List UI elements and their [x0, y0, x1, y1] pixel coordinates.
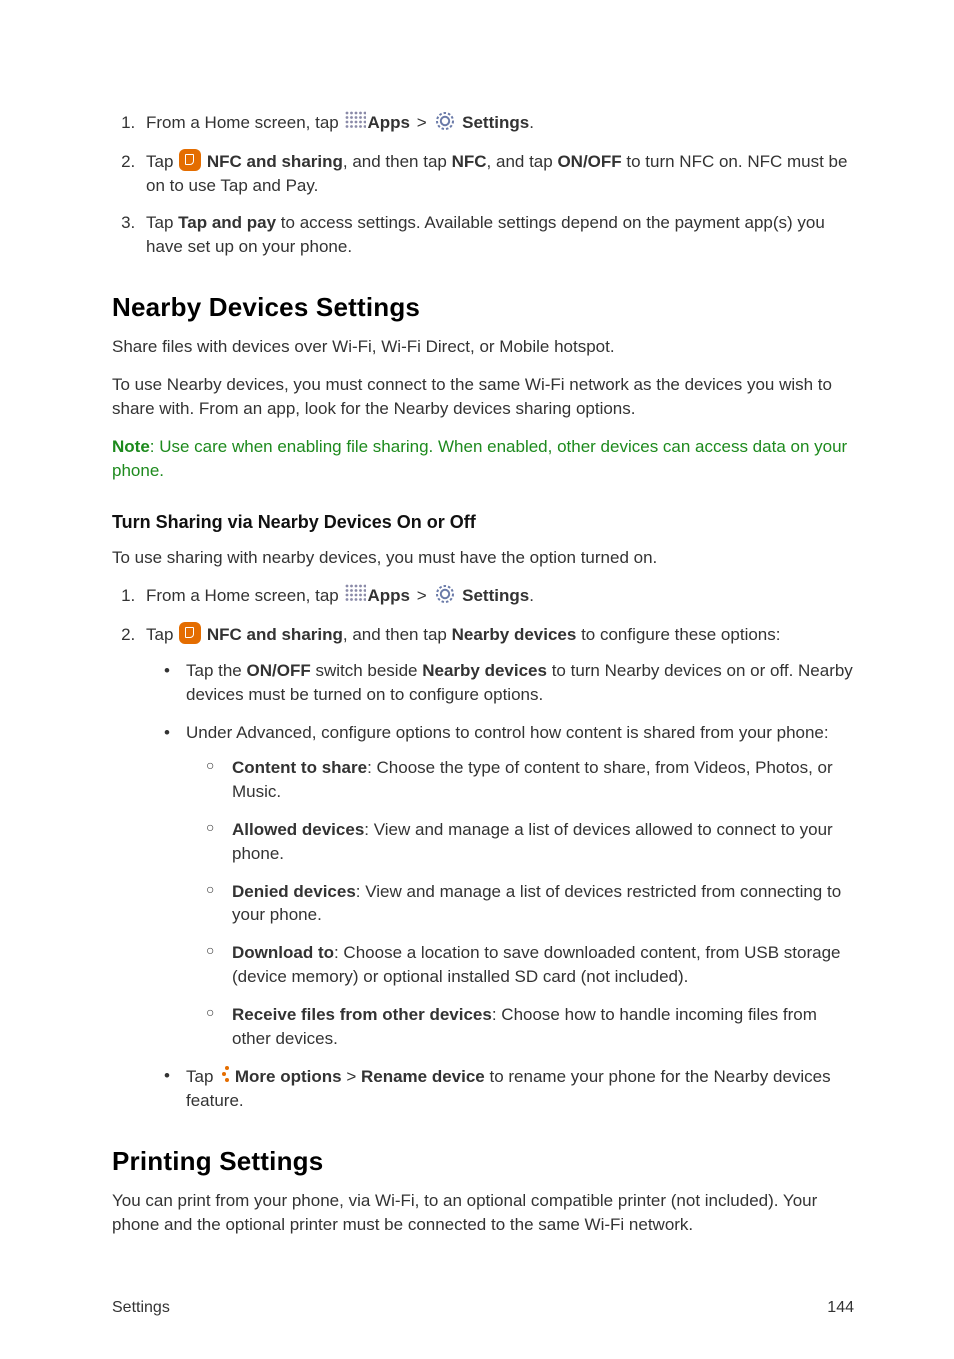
heading-turn-sharing: Turn Sharing via Nearby Devices On or Of…: [112, 510, 854, 535]
list-item: Denied devices: View and manage a list o…: [220, 880, 854, 928]
list-item: Tap Tap and pay to access settings. Avai…: [140, 211, 854, 259]
apps-icon: [344, 110, 366, 132]
tap-and-pay-label: Tap and pay: [178, 213, 276, 232]
nfc-and-sharing: NFC and sharing: [207, 152, 343, 171]
list-item: Tap More options > Rename device to rena…: [174, 1064, 854, 1113]
text: .: [529, 113, 534, 132]
text: to configure these options:: [576, 625, 780, 644]
settings-icon: [434, 583, 456, 605]
nfc-icon: [179, 149, 201, 171]
onoff-label: ON/OFF: [557, 152, 621, 171]
footer-page-number: 144: [827, 1297, 854, 1319]
text: Tap: [146, 625, 178, 644]
text: Tap the: [186, 661, 247, 680]
onoff-label: ON/OFF: [247, 661, 311, 680]
text: : Use care when enabling file sharing. W…: [112, 437, 847, 480]
text: .: [529, 586, 534, 605]
list-item: Tap NFC and sharing, and then tap Nearby…: [140, 622, 854, 1113]
text: Tap: [146, 152, 178, 171]
para: To use sharing with nearby devices, you …: [112, 546, 854, 570]
text: switch beside: [311, 661, 423, 680]
allowed-devices-label: Allowed devices: [232, 820, 364, 839]
text: , and then tap: [343, 625, 452, 644]
list-item: From a Home screen, tap Apps >: [140, 110, 854, 135]
list-item: Allowed devices: View and manage a list …: [220, 818, 854, 866]
download-to-label: Download to: [232, 943, 334, 962]
nearby-devices-label: Nearby devices: [452, 625, 577, 644]
text: , and tap: [487, 152, 558, 171]
text: Tap: [146, 213, 178, 232]
para: You can print from your phone, via Wi-Fi…: [112, 1189, 854, 1237]
note: Note: Use care when enabling file sharin…: [112, 435, 854, 483]
nfc-icon: [179, 622, 201, 644]
denied-devices-label: Denied devices: [232, 882, 356, 901]
page-footer: Settings 144: [112, 1297, 854, 1319]
breadcrumb-separator: >: [417, 113, 427, 132]
steps-tap-and-pay: From a Home screen, tap Apps >: [112, 110, 854, 259]
settings-label: Settings: [462, 586, 529, 605]
nfc-and-sharing: NFC and sharing: [207, 625, 343, 644]
steps-nearby: From a Home screen, tap Apps >: [112, 583, 854, 1113]
text: , and then tap: [343, 152, 452, 171]
footer-section: Settings: [112, 1297, 170, 1319]
note-label: Note: [112, 437, 150, 456]
nfc-label: NFC: [452, 152, 487, 171]
list-item: Receive files from other devices: Choose…: [220, 1003, 854, 1051]
para: Share files with devices over Wi-Fi, Wi-…: [112, 335, 854, 359]
list-item: Under Advanced, configure options to con…: [174, 721, 854, 1051]
nearby-devices-label: Nearby devices: [422, 661, 547, 680]
advanced-options-list: Content to share: Choose the type of con…: [186, 756, 854, 1050]
settings-icon: [434, 110, 456, 132]
list-item: Download to: Choose a location to save d…: [220, 941, 854, 989]
document-page: From a Home screen, tap Apps >: [0, 0, 954, 1359]
text: From a Home screen, tap: [146, 586, 339, 605]
apps-label: Apps: [367, 586, 410, 605]
heading-nearby-devices: Nearby Devices Settings: [112, 289, 854, 325]
more-options-icon: [219, 1064, 229, 1084]
content-to-share-label: Content to share: [232, 758, 367, 777]
text: From a Home screen, tap: [146, 113, 339, 132]
text: Under Advanced, configure options to con…: [186, 723, 829, 742]
settings-label: Settings: [462, 113, 529, 132]
options-list: Tap the ON/OFF switch beside Nearby devi…: [146, 659, 854, 1113]
para: To use Nearby devices, you must connect …: [112, 373, 854, 421]
text: Tap: [186, 1067, 218, 1086]
heading-printing: Printing Settings: [112, 1143, 854, 1179]
more-options-label: More options: [235, 1067, 342, 1086]
list-item: Tap NFC and sharing, and then tap NFC, a…: [140, 149, 854, 198]
list-item: Tap the ON/OFF switch beside Nearby devi…: [174, 659, 854, 707]
breadcrumb-separator: >: [417, 586, 427, 605]
list-item: Content to share: Choose the type of con…: [220, 756, 854, 804]
receive-files-label: Receive files from other devices: [232, 1005, 492, 1024]
apps-label: Apps: [367, 113, 410, 132]
rename-device-label: Rename device: [361, 1067, 485, 1086]
text: >: [342, 1067, 361, 1086]
list-item: From a Home screen, tap Apps >: [140, 583, 854, 608]
apps-icon: [344, 583, 366, 605]
